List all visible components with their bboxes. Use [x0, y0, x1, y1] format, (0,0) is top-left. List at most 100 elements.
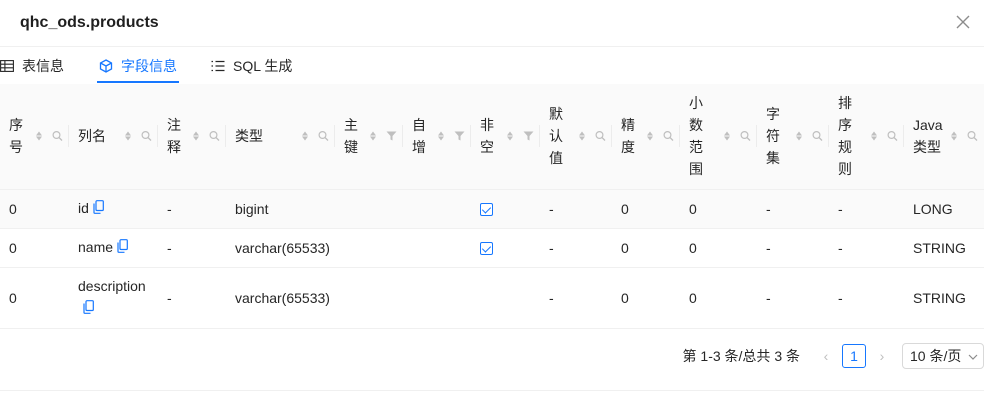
table-icon — [0, 59, 14, 72]
cell-name: description — [69, 267, 158, 329]
search-icon[interactable] — [52, 131, 63, 142]
cell-charset: - — [757, 228, 829, 268]
copy-icon[interactable] — [83, 298, 94, 320]
search-icon[interactable] — [595, 131, 606, 142]
tab-label: 字段信息 — [121, 57, 177, 74]
search-icon[interactable] — [887, 131, 898, 142]
page-size-select[interactable]: 10 条/页 — [902, 343, 984, 369]
tab-table-info[interactable]: 表信息 — [0, 47, 66, 84]
column-header-auto[interactable]: 自增 — [403, 84, 471, 190]
sort-caret-icon[interactable] — [871, 131, 877, 141]
tab-field-info[interactable]: 字段信息 — [97, 47, 179, 84]
cell-default: - — [540, 189, 612, 229]
tab-label: 表信息 — [22, 57, 64, 74]
column-header-scale[interactable]: 小数范围 — [680, 84, 757, 190]
filter-funnel-icon[interactable] — [454, 131, 465, 142]
cell-collation: - — [829, 228, 904, 268]
cell-text: - — [549, 239, 554, 256]
sort-caret-icon[interactable] — [647, 131, 653, 141]
cell-text: - — [167, 200, 172, 217]
table-row[interactable]: 0 name - varchar(65533) - 0 0 - - STRING — [0, 228, 984, 268]
cell-text: 0 — [621, 239, 629, 256]
sort-caret-icon[interactable] — [125, 131, 131, 141]
table-header-row: 序号列名注释类型主键自增非空默认值精度小数范围字符集排序规则 Java 类型 — [0, 84, 984, 190]
search-icon[interactable] — [141, 131, 152, 142]
page-item-1[interactable]: 1 — [842, 344, 866, 368]
sort-caret-icon[interactable] — [724, 131, 730, 141]
search-icon[interactable] — [209, 131, 220, 142]
cell-text: - — [549, 200, 554, 217]
column-header-java[interactable]: Java 类型 — [904, 84, 984, 190]
cell-text: 0 — [9, 239, 17, 256]
search-icon[interactable] — [967, 131, 978, 142]
cell-pk — [335, 267, 403, 329]
column-header-precision[interactable]: 精度 — [612, 84, 680, 190]
cell-scale: 0 — [680, 267, 757, 329]
filter-funnel-icon[interactable] — [386, 131, 397, 142]
chevron-down-icon — [967, 350, 979, 366]
cell-default: - — [540, 267, 612, 329]
sort-caret-icon[interactable] — [302, 131, 308, 141]
close-icon[interactable] — [952, 11, 974, 33]
copy-icon[interactable] — [93, 200, 104, 217]
cell-text: 0 — [689, 239, 697, 256]
page-size-value: 10 条/页 — [910, 348, 962, 364]
sort-caret-icon[interactable] — [438, 131, 444, 141]
sort-caret-icon[interactable] — [507, 131, 513, 141]
filter-funnel-icon[interactable] — [523, 131, 534, 142]
table-row[interactable]: 0 description - varchar(65533) - 0 0 - - STRING — [0, 267, 984, 329]
column-header-notnull[interactable]: 非空 — [471, 84, 540, 190]
cell-auto — [403, 189, 471, 229]
column-header-collation[interactable]: 排序规则 — [829, 84, 904, 190]
cell-collation: - — [829, 189, 904, 229]
cell-text: STRING — [913, 239, 966, 256]
next-page-icon[interactable]: › — [872, 348, 892, 364]
sort-caret-icon[interactable] — [370, 131, 376, 141]
cell-text: 0 — [621, 200, 629, 217]
search-icon[interactable] — [740, 131, 751, 142]
column-header-pk[interactable]: 主键 — [335, 84, 403, 190]
column-header-seq[interactable]: 序号 — [0, 84, 69, 190]
cell-text: - — [838, 239, 843, 256]
cell-text: varchar(65533) — [235, 289, 330, 306]
search-icon[interactable] — [663, 131, 674, 142]
sort-caret-icon[interactable] — [36, 131, 42, 141]
column-header-default[interactable]: 默认值 — [540, 84, 612, 190]
sort-caret-icon[interactable] — [796, 131, 802, 141]
column-header-name[interactable]: 列名 — [69, 84, 158, 190]
search-icon[interactable] — [812, 131, 823, 142]
cell-text: - — [549, 289, 554, 306]
tab-sql-generate[interactable]: SQL 生成 — [209, 47, 294, 84]
cell-default: - — [540, 228, 612, 268]
footer-divider — [0, 390, 984, 391]
checkbox-checked-icon — [480, 203, 493, 217]
cell-text: varchar(65533) — [235, 239, 330, 256]
sort-caret-icon[interactable] — [193, 131, 199, 141]
search-icon[interactable] — [318, 131, 329, 142]
cell-text: LONG — [913, 200, 953, 217]
prev-page-icon[interactable]: ‹ — [816, 348, 836, 364]
column-header-type[interactable]: 类型 — [226, 84, 335, 190]
column-header-comment[interactable]: 注释 — [158, 84, 226, 190]
sort-caret-icon[interactable] — [579, 131, 585, 141]
cell-seq: 0 — [0, 267, 69, 329]
cell-notnull — [471, 189, 540, 229]
cell-type: varchar(65533) — [226, 228, 335, 268]
sort-caret-icon[interactable] — [951, 131, 957, 141]
cell-notnull — [471, 267, 540, 329]
copy-icon[interactable] — [117, 239, 128, 256]
column-name-text: name — [78, 238, 114, 255]
cell-scale: 0 — [680, 189, 757, 229]
cell-charset: - — [757, 189, 829, 229]
cell-precision: 0 — [612, 228, 680, 268]
cell-comment: - — [158, 228, 226, 268]
cell-type: bigint — [226, 189, 335, 229]
cell-text: 0 — [689, 200, 697, 217]
cell-text: - — [766, 289, 771, 306]
table-row[interactable]: 0 id - bigint - 0 0 - - LONG — [0, 189, 984, 229]
column-name-text: description — [78, 277, 146, 294]
column-header-charset[interactable]: 字符集 — [757, 84, 829, 190]
cell-text: - — [167, 289, 172, 306]
cell-notnull — [471, 228, 540, 268]
cell-text: 0 — [9, 200, 17, 217]
